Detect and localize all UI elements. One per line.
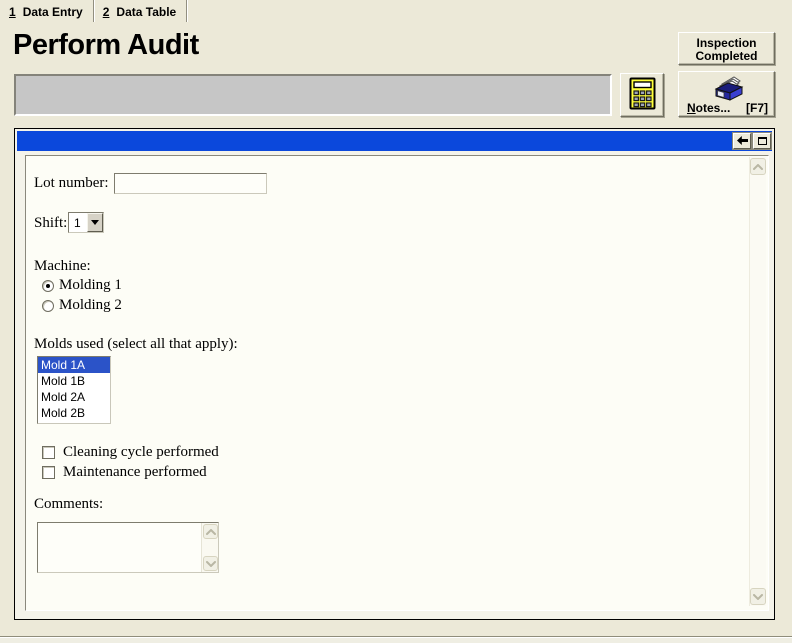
list-item-mold-1b[interactable]: Mold 1B [38, 373, 110, 389]
back-arrow-icon [737, 132, 748, 150]
form-window-titlebar [17, 131, 772, 151]
list-item-mold-2a[interactable]: Mold 2A [38, 389, 110, 405]
shift-dropdown[interactable]: 1 [68, 212, 104, 233]
tab-accesskey: 2 [103, 5, 110, 19]
bottom-divider [0, 636, 792, 643]
checkbox-icon[interactable] [42, 446, 55, 459]
shift-dropdown-value: 1 [69, 213, 87, 232]
comments-field [37, 522, 219, 573]
scroll-down-button[interactable] [203, 556, 218, 571]
tab-label: Data Table [116, 5, 176, 19]
scroll-up-icon [753, 164, 763, 170]
comments-scrollbar [201, 523, 218, 572]
machine-label: Machine: [34, 258, 91, 275]
scroll-down-icon [753, 594, 763, 600]
notes-fkey-label: [F7] [746, 101, 768, 115]
tab-data-entry[interactable]: 1 Data Entry [2, 0, 94, 22]
calculator-icon [629, 77, 656, 113]
calculator-button[interactable] [620, 73, 664, 117]
dropdown-arrow-button[interactable] [87, 213, 103, 232]
tab-accesskey: 1 [9, 5, 16, 19]
molds-listbox[interactable]: Mold 1A Mold 1B Mold 2A Mold 2B [37, 356, 111, 424]
checkbox-icon[interactable] [42, 466, 55, 479]
embedded-form-window: Lot number: Shift: 1 Machine: Molding 1 … [14, 128, 775, 620]
back-arrow-button[interactable] [733, 133, 751, 149]
radio-icon[interactable] [42, 300, 54, 312]
scroll-down-button[interactable] [750, 588, 766, 605]
data-entry-display[interactable] [14, 74, 612, 116]
tab-data-table[interactable]: 2 Data Table [96, 0, 187, 22]
maximize-icon [758, 137, 767, 145]
molds-used-label: Molds used (select all that apply): [34, 336, 238, 353]
tab-bar: 1 Data Entry 2 Data Table [2, 0, 189, 22]
notes-button-label: Notes... [687, 101, 730, 115]
radio-molding-2[interactable]: Molding 2 [42, 297, 122, 314]
maximize-button[interactable] [753, 133, 771, 149]
radio-label: Molding 1 [59, 277, 122, 294]
tab-label: Data Entry [23, 5, 83, 19]
inspection-completed-button[interactable]: Inspection Completed [678, 32, 775, 65]
scroll-up-button[interactable] [750, 158, 766, 175]
scroll-down-icon [206, 561, 216, 567]
card-file-icon [679, 75, 774, 101]
radio-molding-1[interactable]: Molding 1 [42, 277, 122, 294]
list-item-mold-1a[interactable]: Mold 1A [38, 357, 110, 373]
radio-label: Molding 2 [59, 297, 122, 314]
shift-label: Shift: [34, 215, 67, 232]
app-screen: 1 Data Entry 2 Data Table Perform Audit In… [0, 0, 792, 643]
page-title: Perform Audit [13, 29, 199, 62]
lot-number-label: Lot number: [34, 175, 109, 192]
checkbox-label: Cleaning cycle performed [63, 444, 219, 461]
audit-form-panel: Lot number: Shift: 1 Machine: Molding 1 … [25, 155, 769, 611]
scroll-up-icon [206, 529, 216, 535]
lot-number-input[interactable] [114, 173, 267, 194]
inspection-button-line2: Completed [679, 50, 774, 63]
comments-label: Comments: [34, 496, 103, 513]
comments-textarea[interactable] [38, 523, 201, 572]
cleaning-cycle-checkbox-row[interactable]: Cleaning cycle performed [42, 444, 219, 461]
maintenance-checkbox-row[interactable]: Maintenance performed [42, 464, 207, 481]
form-vertical-scrollbar[interactable] [749, 157, 766, 606]
checkbox-label: Maintenance performed [63, 464, 207, 481]
radio-icon[interactable] [42, 280, 54, 292]
notes-button[interactable]: Notes... [F7] [678, 71, 775, 117]
scroll-up-button[interactable] [203, 524, 218, 539]
list-item-mold-2b[interactable]: Mold 2B [38, 405, 110, 421]
dropdown-arrow-icon [91, 220, 99, 229]
